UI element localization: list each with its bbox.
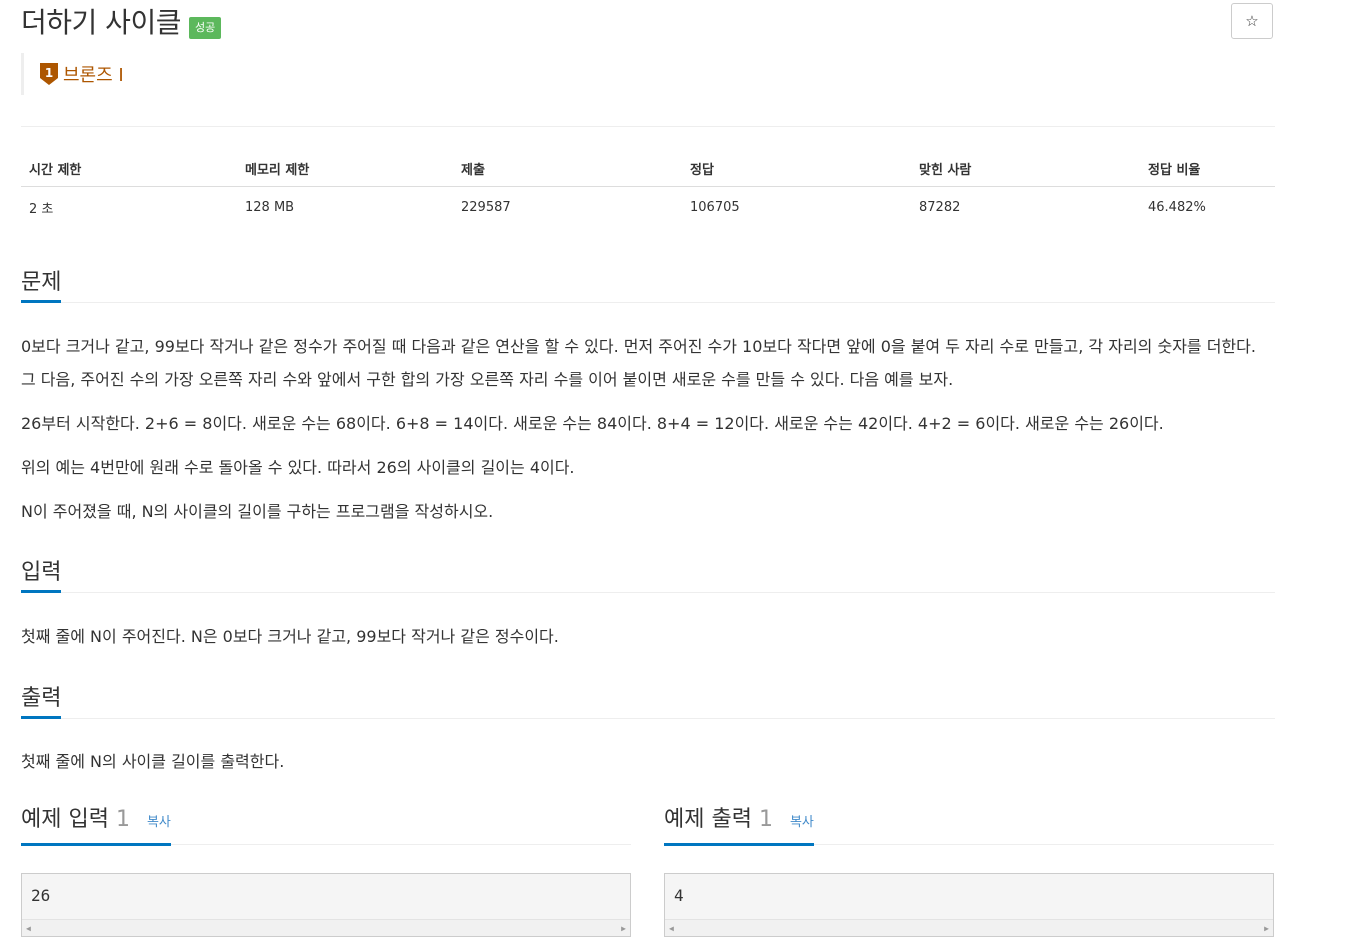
sample-output-content: 4	[674, 886, 684, 905]
value-submissions: 229587	[461, 199, 511, 215]
input-heading: 입력	[21, 556, 62, 593]
sample-input-headline: 예제 입력 1 복사	[21, 800, 631, 846]
sample-input-box[interactable]: 26 ◀ ▶	[21, 873, 631, 937]
star-icon: ☆	[1245, 12, 1259, 30]
value-accepted: 106705	[690, 199, 740, 215]
value-solved-users: 87282	[919, 199, 961, 215]
scroll-right-icon[interactable]: ▶	[1264, 924, 1269, 933]
value-memory-limit: 128 MB	[245, 199, 295, 215]
input-body: 첫째 줄에 N이 주어진다. N은 0보다 크거나 같고, 99보다 작거나 같…	[21, 620, 1275, 664]
favorite-star-button[interactable]: ☆	[1231, 3, 1273, 39]
description-heading: 문제	[21, 266, 62, 303]
sample-input-content: 26	[31, 886, 51, 905]
divider	[21, 126, 1275, 127]
output-body: 첫째 줄에 N의 사이클 길이를 출력한다.	[21, 745, 1275, 789]
header-accepted: 정답	[682, 150, 911, 187]
sample-input-column: 예제 입력 1 복사 26 ◀ ▶	[21, 800, 631, 937]
sample-output-headline: 예제 출력 1 복사	[664, 800, 1274, 846]
tier-bronze-icon: 1	[40, 63, 58, 85]
status-badge: 성공	[188, 17, 222, 39]
sample-output-heading: 예제 출력	[664, 807, 752, 832]
input-headline: 입력	[21, 556, 1275, 593]
info-header-row: 시간 제한 메모리 제한 제출 정답 맞힌 사람 정답 비율	[21, 150, 1275, 187]
description-headline: 문제	[21, 266, 1275, 303]
tier-label[interactable]: 브론즈 I	[63, 61, 124, 87]
tier-number: 1	[45, 66, 53, 80]
horizontal-scrollbar[interactable]: ◀ ▶	[665, 919, 1273, 936]
title-row: 더하기 사이클 성공	[21, 3, 222, 43]
horizontal-scrollbar[interactable]: ◀ ▶	[22, 919, 630, 936]
description-paragraph: 0보다 크거나 같고, 99보다 작거나 같은 정수가 주어질 때 다음과 같은…	[21, 337, 1256, 389]
input-text: 첫째 줄에 N이 주어진다. N은 0보다 크거나 같고, 99보다 작거나 같…	[21, 627, 559, 646]
sample-input-number: 1	[115, 807, 130, 832]
scroll-left-icon[interactable]: ◀	[669, 924, 674, 933]
sample-output-heading-wrap: 예제 출력 1 복사	[664, 800, 814, 846]
header-time-limit: 시간 제한	[21, 150, 237, 187]
header-solved-users: 맞힌 사람	[911, 150, 1140, 187]
sample-input-heading-wrap: 예제 입력 1 복사	[21, 800, 171, 846]
header-accept-ratio: 정답 비율	[1140, 150, 1275, 187]
tier-box: 1 브론즈 I	[21, 53, 124, 95]
sample-output-box[interactable]: 4 ◀ ▶	[664, 873, 1274, 937]
output-headline: 출력	[21, 682, 1275, 719]
problem-info-table: 시간 제한 메모리 제한 제출 정답 맞힌 사람 정답 비율 2 초 128 M…	[21, 150, 1275, 225]
description-paragraph: 위의 예는 4번만에 원래 수로 돌아올 수 있다. 따라서 26의 사이클의 …	[21, 458, 575, 477]
scroll-right-icon[interactable]: ▶	[621, 924, 626, 933]
copy-sample-output-button[interactable]: 복사	[790, 815, 814, 830]
page-title: 더하기 사이클	[21, 6, 181, 39]
header-submissions: 제출	[453, 150, 682, 187]
description-paragraph: 26부터 시작한다. 2+6 = 8이다. 새로운 수는 68이다. 6+8 =…	[21, 414, 1164, 433]
value-time-limit: 2 초	[29, 201, 54, 217]
sample-output-number: 1	[758, 807, 773, 832]
output-text: 첫째 줄에 N의 사이클 길이를 출력한다.	[21, 752, 285, 771]
header-memory-limit: 메모리 제한	[237, 150, 453, 187]
output-heading: 출력	[21, 682, 62, 719]
copy-sample-input-button[interactable]: 복사	[147, 815, 171, 830]
sample-input-heading: 예제 입력	[21, 807, 109, 832]
value-accept-ratio: 46.482%	[1148, 199, 1206, 215]
description-body: 0보다 크거나 같고, 99보다 작거나 같은 정수가 주어질 때 다음과 같은…	[21, 330, 1275, 539]
info-value-row: 2 초 128 MB 229587 106705 87282 46.482%	[21, 187, 1275, 226]
scroll-left-icon[interactable]: ◀	[26, 924, 31, 933]
description-paragraph: N이 주어졌을 때, N의 사이클의 길이를 구하는 프로그램을 작성하시오.	[21, 502, 494, 521]
sample-output-column: 예제 출력 1 복사 4 ◀ ▶	[664, 800, 1274, 937]
